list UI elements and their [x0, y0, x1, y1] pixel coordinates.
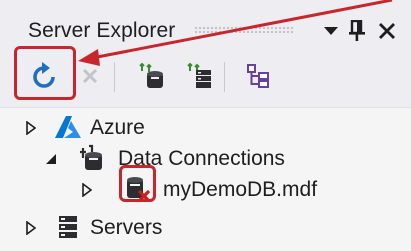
tree-node-mydemodb[interactable]: myDemoDB.mdf [0, 172, 411, 208]
tree-node-label: Azure [90, 116, 145, 139]
expand-arrow-icon[interactable] [21, 118, 41, 138]
tree-node-label: myDemoDB.mdf [163, 178, 318, 201]
toolbar-separator [114, 62, 115, 92]
window-position-dropdown-button[interactable] [320, 18, 342, 44]
servers-icon [54, 213, 82, 241]
pin-button[interactable] [344, 18, 370, 44]
server-explorer-panel: Server Explorer Azure Data Connections m… [0, 0, 411, 251]
database-icon-highlight-box [119, 165, 156, 202]
hierarchy-icon [247, 64, 269, 88]
panel-title-bar[interactable]: Server Explorer [0, 0, 411, 48]
hierarchy-button[interactable] [240, 58, 276, 94]
chevron-down-icon [324, 27, 338, 35]
refresh-highlight-box [14, 46, 76, 100]
expand-arrow-icon[interactable] [77, 180, 97, 200]
expand-arrow-icon[interactable] [21, 218, 41, 238]
tree-node-servers[interactable]: Servers [0, 210, 411, 246]
connect-to-database-button[interactable] [133, 58, 169, 94]
connect-to-server-button[interactable] [181, 58, 217, 94]
connect-database-icon [139, 62, 163, 88]
panel-title: Server Explorer [28, 19, 176, 42]
stop-refresh-button[interactable] [72, 58, 108, 94]
data-connections-icon [77, 144, 105, 172]
drag-grip[interactable] [194, 26, 294, 34]
pin-icon [349, 20, 365, 41]
toolbar-separator [224, 62, 225, 92]
stop-icon [82, 68, 98, 84]
connect-server-icon [187, 62, 211, 88]
close-icon [379, 23, 395, 39]
close-button[interactable] [372, 18, 402, 44]
collapse-arrow-icon[interactable] [41, 149, 61, 169]
tree-node-label: Servers [90, 216, 163, 239]
azure-icon [54, 113, 82, 141]
